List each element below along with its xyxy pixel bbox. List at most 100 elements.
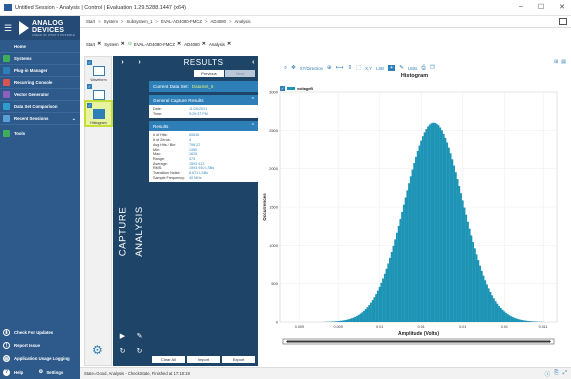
plugin-checkbox[interactable]: ✓	[87, 60, 92, 65]
general-results-header[interactable]: General Capture Results ^	[149, 95, 258, 105]
help-link[interactable]: Help	[14, 370, 23, 375]
y-tick-label: 500	[271, 281, 278, 286]
info-icon[interactable]: ⓘ	[545, 370, 551, 378]
histogram-bar	[442, 133, 445, 322]
refresh-icon[interactable]: ↻	[130, 347, 149, 355]
settings-link[interactable]: Settings	[46, 370, 63, 375]
nav-item-5[interactable]: Data Set Comparison	[0, 101, 80, 113]
export-log-icon[interactable]: ⎘	[554, 370, 558, 378]
x-tick-label: 0.009	[295, 325, 304, 329]
clear-all-button[interactable]: Clear All	[152, 356, 185, 363]
histogram-bar	[529, 321, 532, 322]
breadcrumb-item[interactable]: Analysis	[235, 19, 251, 24]
close-tab-icon[interactable]: ✕	[121, 41, 125, 47]
close-tab-icon[interactable]: ✕	[227, 41, 231, 47]
tab-0[interactable]: Start ✕	[86, 41, 101, 47]
status-ok-icon: ⊙	[127, 41, 133, 47]
x-axis-label: Amplitude (Volts)	[398, 331, 439, 337]
scrollbar-thumb[interactable]	[288, 340, 549, 343]
tab-4[interactable]: Analysis ✕	[209, 41, 231, 47]
histogram-bar	[473, 248, 476, 322]
histogram-bar	[492, 298, 495, 322]
analysis-panel[interactable]: › ANALYSIS ✎ ↻	[130, 56, 149, 366]
next-button[interactable]: Next	[225, 70, 255, 77]
nav-item-label: Report Issue	[14, 343, 41, 348]
close-button[interactable]: ✕	[559, 3, 565, 11]
plugin-histogram[interactable]: ✓ Histogram	[84, 100, 113, 127]
nav-item-1[interactable]: Systems	[0, 53, 80, 65]
nav-item-3[interactable]: Recurring Console	[0, 77, 80, 89]
plugin-waveform[interactable]: ✓ Waveform	[86, 59, 111, 82]
export-button[interactable]: Export	[222, 356, 255, 363]
histogram-bar	[532, 321, 535, 322]
histogram-bar	[345, 319, 348, 322]
results-section-header[interactable]: Results ^	[149, 121, 258, 132]
close-tab-icon[interactable]: ✕	[177, 41, 181, 47]
collapse-caret-icon[interactable]: ^	[252, 97, 254, 103]
histogram-bar	[411, 169, 414, 322]
maximize-button[interactable]: ☐	[538, 3, 544, 11]
histogram-bar	[342, 320, 345, 322]
import-button[interactable]: Import	[187, 356, 220, 363]
histogram-bar	[499, 307, 502, 322]
updates-icon: ⬇	[3, 329, 10, 336]
plugin-settings-gear-icon[interactable]: ⚙	[92, 343, 103, 357]
y-tick-label: 1500	[269, 205, 279, 210]
breadcrumb-item[interactable]: AD4080	[211, 19, 227, 24]
nav-item-4[interactable]: Vector Generator	[0, 89, 80, 101]
histogram-bar	[437, 125, 440, 322]
window-controls: – ☐ ✕	[519, 3, 565, 11]
nav-top-items: Home Systems Plug-in Manager Recurring Cons…	[0, 40, 80, 141]
histogram-bar	[423, 132, 426, 322]
previous-button[interactable]: Previous	[194, 70, 224, 77]
histogram-bar	[378, 286, 381, 322]
histogram-bar	[373, 297, 376, 322]
breadcrumb-item[interactable]: System	[104, 19, 118, 24]
histogram-bar	[399, 218, 402, 322]
close-tab-icon[interactable]: ✕	[202, 41, 206, 47]
nav-bottom-item-0[interactable]: ⬇ Check For Updates	[0, 326, 80, 339]
nav-item-7[interactable]: Tools	[0, 125, 80, 141]
nav-item-6[interactable]: Recent Sessions ⌄	[0, 113, 80, 125]
histogram-bar	[418, 145, 421, 322]
histogram-bar	[361, 312, 364, 322]
nav-bottom-item-2[interactable]: ▤ Application Usage Logging	[0, 352, 80, 365]
plugin-checkbox[interactable]: ✓	[87, 103, 92, 108]
plugin-label: Waveform	[90, 78, 107, 82]
histogram-bar	[522, 320, 525, 322]
histogram-bar	[427, 126, 430, 322]
tab-2[interactable]: ⊙ EVAL-AD4080-FMCZ ✕	[128, 41, 181, 47]
breadcrumb-items: Start > System > Subsystem_1 > EVAL-AD4080-FMC…	[86, 19, 251, 24]
folder-icon[interactable]	[559, 18, 567, 25]
plugin-checkbox[interactable]: ✓	[87, 84, 92, 89]
breadcrumb-item[interactable]: Start	[86, 19, 95, 24]
histogram-chart[interactable]: 0 500 1000 1500 2000 2500 3000 0.009 0.009 0.01 0.…	[259, 56, 570, 366]
expand-icon[interactable]: ⤢	[563, 370, 567, 378]
tab-3[interactable]: AD4080 ✕	[184, 41, 206, 47]
collapse-caret-icon[interactable]: ^	[252, 123, 254, 129]
breadcrumb-item[interactable]: Subsystem_1	[126, 19, 152, 24]
nav-item-label: Home	[14, 43, 26, 49]
histogram-bar	[470, 235, 473, 322]
general-results-body: Date: 11/26/2021 Time: 5:29:37 PM	[149, 105, 258, 119]
tab-label: Analysis	[208, 41, 225, 47]
result-value: 5:29:37 PM	[189, 111, 208, 116]
analysis-tool-icon[interactable]: ✎	[130, 332, 149, 340]
tab-1[interactable]: System ✕	[104, 41, 125, 47]
expand-chevron-icon[interactable]: ›	[130, 59, 149, 66]
histogram-bar	[371, 300, 374, 322]
histogram-bar	[415, 156, 417, 322]
histogram-bar	[515, 318, 518, 322]
x-tick-label: 0.01	[459, 325, 466, 329]
comparison-icon	[3, 103, 10, 110]
nav-item-0[interactable]: Home	[0, 40, 80, 53]
breadcrumb-item[interactable]: EVAL-AD4080-FMCZ	[161, 19, 202, 24]
hamburger-menu-icon[interactable]: ☰	[4, 23, 14, 34]
nav-bottom-item-1[interactable]: ! Report Issue	[0, 339, 80, 352]
nav-item-2[interactable]: Plug-in Manager	[0, 65, 80, 77]
collapse-chevron-icon[interactable]: ‹	[252, 59, 255, 66]
close-tab-icon[interactable]: ✕	[97, 41, 101, 47]
minimize-button[interactable]: –	[519, 3, 523, 11]
histogram-bar	[364, 309, 367, 322]
histogram-bar	[441, 130, 443, 322]
